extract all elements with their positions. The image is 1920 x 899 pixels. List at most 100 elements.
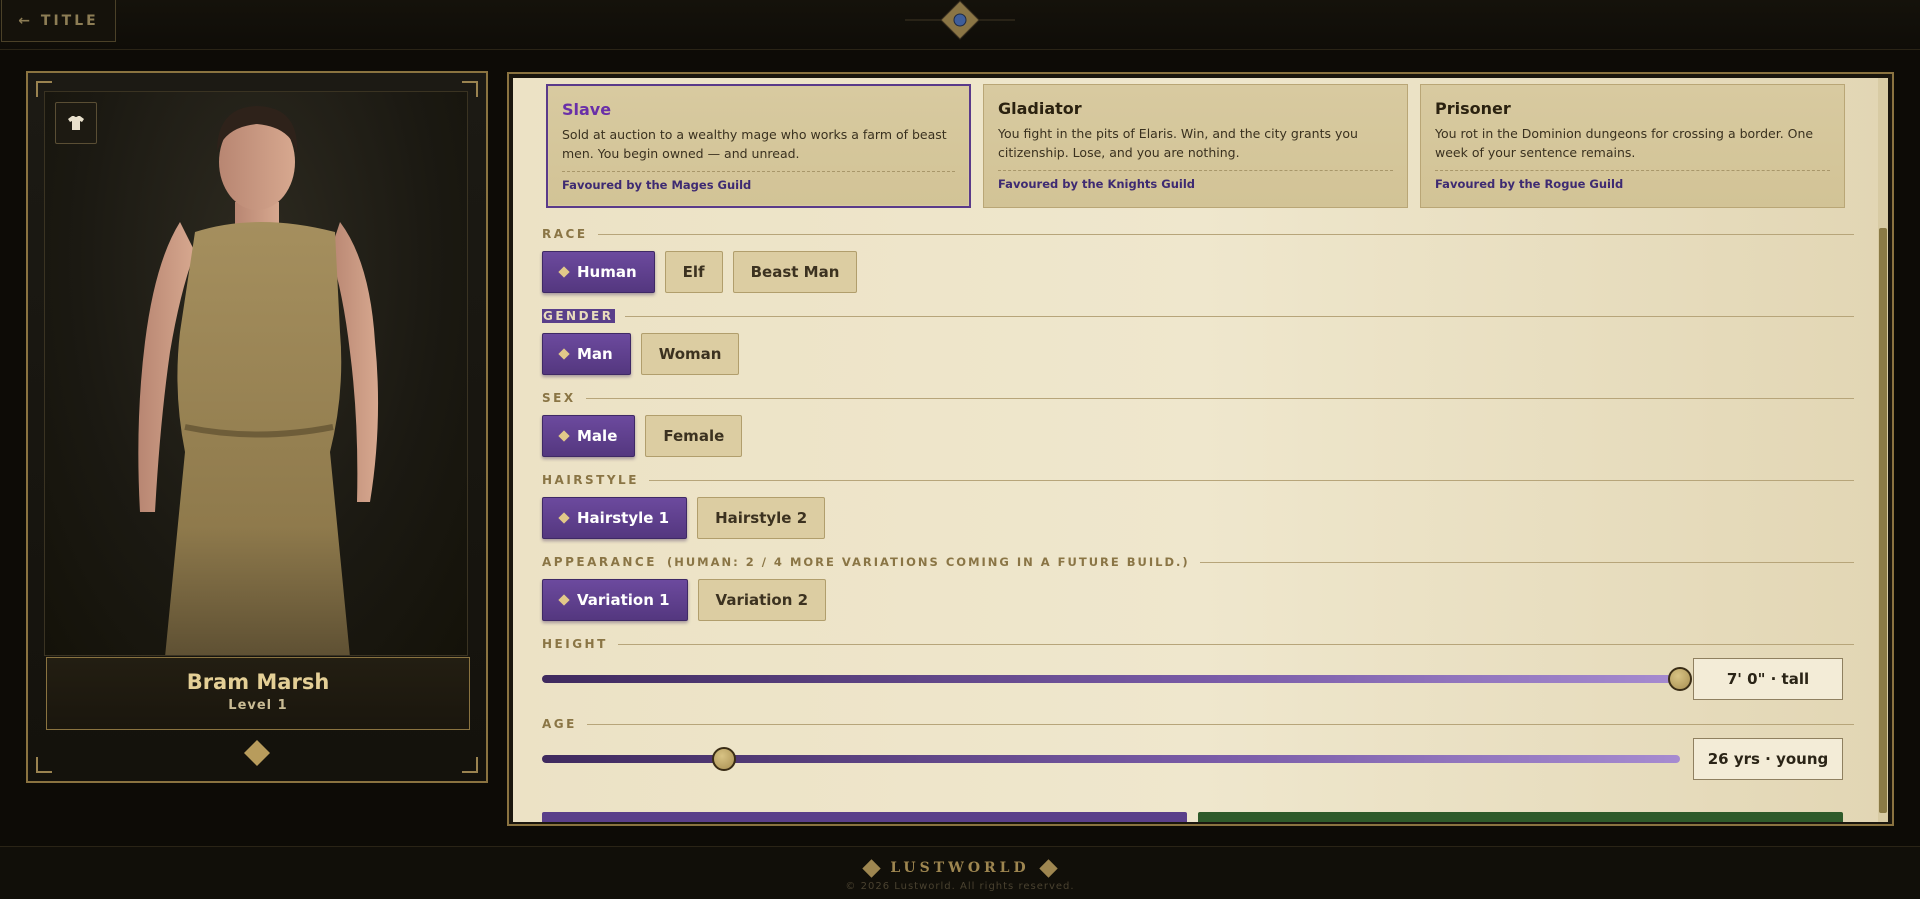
- age-value: 26 yrs · young: [1693, 738, 1843, 780]
- height-slider[interactable]: [542, 667, 1692, 691]
- option-label: Human: [577, 263, 637, 281]
- creation-form: Slave Sold at auction to a wealthy mage …: [513, 78, 1888, 822]
- gender-options: Man Woman: [542, 333, 740, 375]
- origin-favour: Favoured by the Knights Guild: [998, 177, 1195, 191]
- outfit-toggle-button[interactable]: [55, 102, 97, 144]
- top-bar: ← TITLE: [0, 0, 1920, 50]
- race-options: Human Elf Beast Man: [542, 251, 858, 293]
- footer: LUSTWORLD © 2026 Lustworld. All rights r…: [0, 846, 1920, 899]
- diamond-ornament: [244, 740, 270, 766]
- character-figure: [138, 106, 379, 655]
- age-slider-thumb[interactable]: [712, 747, 737, 771]
- origin-card-prisoner[interactable]: Prisoner You rot in the Dominion dungeon…: [1420, 84, 1845, 208]
- origin-card-slave[interactable]: Slave Sold at auction to a wealthy mage …: [546, 84, 971, 208]
- option-label: Woman: [658, 345, 722, 363]
- height-section-label: HEIGHT: [542, 637, 1854, 651]
- race-label: RACE: [542, 227, 588, 241]
- sex-section-label: SEX: [542, 391, 1854, 405]
- race-option-human[interactable]: Human: [542, 251, 655, 293]
- section-rule: [624, 315, 1854, 317]
- gender-option-man[interactable]: Man: [542, 333, 631, 375]
- panel-scrollbar[interactable]: [1878, 78, 1888, 822]
- hairstyle-option-1[interactable]: Hairstyle 1: [542, 497, 688, 539]
- section-rule: [648, 479, 1854, 481]
- origin-card-gladiator[interactable]: Gladiator You fight in the pits of Elari…: [983, 84, 1408, 208]
- option-label: Variation 2: [715, 591, 809, 609]
- origin-divider: [562, 171, 955, 172]
- origin-divider: [998, 170, 1393, 171]
- gender-section-label: GENDER: [542, 309, 1854, 323]
- diamond-icon: [558, 430, 570, 442]
- diamond-icon: [558, 266, 570, 278]
- race-option-beast-man[interactable]: Beast Man: [732, 251, 858, 293]
- character-nameplate: Bram Marsh Level 1: [46, 657, 470, 730]
- origin-title: Gladiator: [998, 99, 1082, 118]
- race-option-elf[interactable]: Elf: [664, 251, 723, 293]
- diamond-ornament: [862, 858, 882, 878]
- diamond-ornament: [1038, 858, 1058, 878]
- section-rule: [597, 233, 1854, 235]
- frame-corner: [36, 757, 52, 773]
- appearance-options: Variation 1 Variation 2: [542, 579, 827, 621]
- option-label: Female: [663, 427, 725, 445]
- diamond-icon: [558, 594, 570, 606]
- diamond-icon: [558, 512, 570, 524]
- character-portrait: [44, 91, 468, 656]
- height-slider-thumb[interactable]: [1668, 667, 1692, 691]
- height-label: HEIGHT: [542, 637, 608, 651]
- back-to-title-button[interactable]: ← TITLE: [1, 0, 116, 42]
- age-slider[interactable]: [542, 747, 1680, 771]
- origin-description: You fight in the pits of Elaris. Win, an…: [998, 126, 1358, 160]
- copyright: © 2026 Lustworld. All rights reserved.: [845, 881, 1075, 892]
- origin-description: Sold at auction to a wealthy mage who wo…: [562, 127, 947, 161]
- option-label: Male: [577, 427, 618, 445]
- brand-name: LUSTWORLD: [890, 860, 1030, 876]
- origin-title: Prisoner: [1435, 99, 1511, 118]
- height-value: 7' 0" · tall: [1693, 658, 1843, 700]
- sex-options: Male Female: [542, 415, 743, 457]
- panel-scrollbar-thumb[interactable]: [1879, 228, 1887, 813]
- confirm-action-button[interactable]: [1198, 812, 1843, 822]
- section-rule: [586, 723, 1854, 725]
- shirt-icon: [68, 116, 84, 130]
- age-label: AGE: [542, 717, 577, 731]
- section-rule: [617, 643, 1854, 645]
- race-section-label: RACE: [542, 227, 1854, 241]
- option-label: Hairstyle 1: [577, 509, 670, 527]
- section-rule: [1199, 561, 1854, 563]
- appearance-note: (HUMAN: 2 / 4 MORE VARIATIONS COMING IN …: [666, 555, 1190, 569]
- hairstyle-label: HAIRSTYLE: [542, 473, 639, 487]
- hairstyle-section-label: HAIRSTYLE: [542, 473, 1854, 487]
- origin-favour: Favoured by the Mages Guild: [562, 178, 752, 192]
- appearance-option-variation-2[interactable]: Variation 2: [697, 579, 827, 621]
- gender-option-woman[interactable]: Woman: [640, 333, 740, 375]
- sex-option-male[interactable]: Male: [542, 415, 636, 457]
- origin-divider: [1435, 170, 1830, 171]
- appearance-option-variation-1[interactable]: Variation 1: [542, 579, 688, 621]
- sex-label: SEX: [542, 391, 576, 405]
- character-creation-panel: Slave Sold at auction to a wealthy mage …: [507, 72, 1894, 826]
- option-label: Man: [577, 345, 613, 363]
- origin-title: Slave: [562, 100, 612, 119]
- footer-brand: LUSTWORLD: [0, 858, 1920, 878]
- option-label: Elf: [682, 263, 705, 281]
- hairstyle-options: Hairstyle 1 Hairstyle 2: [542, 497, 826, 539]
- gender-label: GENDER: [542, 309, 615, 323]
- appearance-section-label: APPEARANCE (HUMAN: 2 / 4 MORE VARIATIONS…: [542, 555, 1854, 569]
- top-gem-ornament: [905, 0, 1015, 40]
- hairstyle-option-2[interactable]: Hairstyle 2: [697, 497, 826, 539]
- option-label: Beast Man: [750, 263, 840, 281]
- option-label: Variation 1: [577, 591, 670, 609]
- back-action-button[interactable]: [542, 812, 1187, 822]
- diamond-icon: [558, 348, 570, 360]
- section-rule: [585, 397, 1854, 399]
- character-level: Level 1: [228, 698, 288, 713]
- sex-option-female[interactable]: Female: [645, 415, 743, 457]
- age-section-label: AGE: [542, 717, 1854, 731]
- origin-favour: Favoured by the Rogue Guild: [1435, 177, 1624, 191]
- appearance-label: APPEARANCE: [542, 555, 657, 569]
- option-label: Hairstyle 2: [715, 509, 808, 527]
- character-name: Bram Marsh: [186, 670, 330, 694]
- portrait-panel: Bram Marsh Level 1: [26, 71, 488, 783]
- frame-corner: [462, 757, 478, 773]
